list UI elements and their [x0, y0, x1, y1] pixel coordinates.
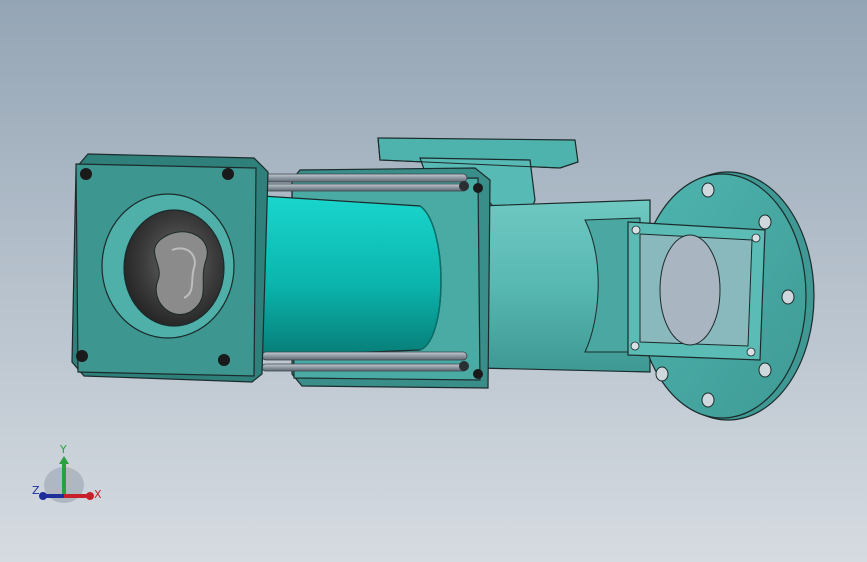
triad-z-label: Z — [32, 484, 40, 497]
triad-y-arrow — [59, 456, 69, 464]
triad-x-arrow — [86, 492, 94, 500]
graphics-viewport[interactable]: Y X Z — [0, 0, 867, 562]
stator-tube — [261, 195, 442, 357]
triad-y-label: Y — [59, 443, 67, 456]
suction-pipe — [477, 199, 651, 373]
inspection-window — [627, 221, 766, 361]
triad-z-arrow — [39, 492, 47, 500]
reference-triad: Y X Z — [32, 443, 102, 503]
pump-model[interactable] — [0, 0, 867, 562]
end-square-flange — [71, 153, 269, 383]
triad-x-label: X — [94, 488, 102, 501]
